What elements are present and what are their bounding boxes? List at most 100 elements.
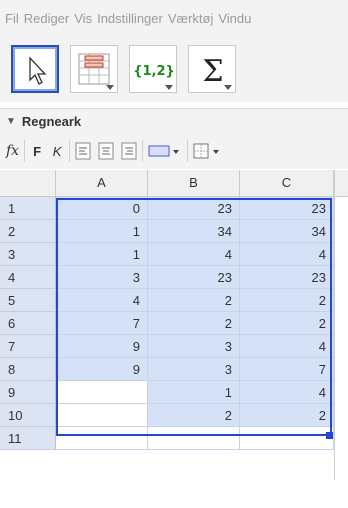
list-tool-label: {1,2} [133,64,175,79]
table-row: 11 [0,427,348,450]
menu-settings[interactable]: Indstillinger [97,11,163,26]
table-row: 8 9 3 7 [0,358,348,381]
align-center-icon [98,142,114,160]
cell-c2[interactable]: 34 [240,220,334,243]
cell-b9[interactable]: 1 [148,381,240,404]
arrow-cursor-icon [29,56,47,85]
collapse-triangle-icon[interactable]: ▼ [6,116,16,127]
move-tool-button[interactable] [11,45,59,93]
table-row: 2 1 34 34 [0,220,348,243]
cell-b7[interactable]: 3 [148,335,240,358]
cell-a8[interactable]: 9 [56,358,148,381]
column-header-a[interactable]: A [56,170,148,196]
spreadsheet-panel-header: ▼ Regneark [0,108,348,133]
fill-handle[interactable] [326,432,333,439]
cell-c4[interactable]: 23 [240,266,334,289]
cell-c10[interactable]: 2 [240,404,334,427]
sum-tool-button[interactable]: Σ [188,45,236,93]
cell-c1[interactable]: 23 [240,197,334,220]
cell-b3[interactable]: 4 [148,243,240,266]
cell-c6[interactable]: 2 [240,312,334,335]
row-header[interactable]: 7 [0,335,56,358]
border-grid-icon [193,143,220,159]
cell-a9[interactable] [56,381,148,404]
cell-c3[interactable]: 4 [240,243,334,266]
cell-b10[interactable]: 2 [148,404,240,427]
table-row: 6 7 2 2 [0,312,348,335]
cell-c5[interactable]: 2 [240,289,334,312]
dropdown-corner-icon [165,85,173,90]
cell-c9[interactable]: 4 [240,381,334,404]
row-header[interactable]: 11 [0,427,56,450]
background-color-button[interactable] [148,140,182,162]
italic-button[interactable]: K [50,140,64,162]
spreadsheet-list-tool-button[interactable] [70,45,118,93]
menu-window[interactable]: Vindu [218,11,251,26]
align-right-button[interactable] [121,140,137,162]
row-header[interactable]: 3 [0,243,56,266]
cell-a11[interactable] [56,427,148,450]
table-row: 10 2 2 [0,404,348,427]
row-header[interactable]: 4 [0,266,56,289]
color-swatch-icon [148,145,180,157]
cell-a10[interactable] [56,404,148,427]
cell-c8[interactable]: 7 [240,358,334,381]
corner-header[interactable] [0,170,56,196]
input-bar-toggle-button[interactable]: fx [6,140,19,162]
align-right-icon [121,142,137,160]
toolbar: {1,2} Σ [0,36,348,102]
sum-tool-label: Σ [202,54,223,89]
style-bar: fx F K [0,133,348,169]
cell-a4[interactable]: 3 [56,266,148,289]
row-header[interactable]: 6 [0,312,56,335]
cell-a5[interactable]: 4 [56,289,148,312]
cell-a1[interactable]: 0 [56,197,148,220]
cell-b1[interactable]: 23 [148,197,240,220]
align-left-button[interactable] [75,140,91,162]
column-header-row: A B C [0,170,348,197]
list-tool-button[interactable]: {1,2} [129,45,177,93]
row-header[interactable]: 9 [0,381,56,404]
cell-b2[interactable]: 34 [148,220,240,243]
column-header-b[interactable]: B [148,170,240,196]
cell-b6[interactable]: 2 [148,312,240,335]
grid-right-edge [334,170,335,480]
table-row: 3 1 4 4 [0,243,348,266]
menu-edit[interactable]: Rediger [24,11,70,26]
bold-button[interactable]: F [30,140,44,162]
row-header[interactable]: 5 [0,289,56,312]
table-row: 4 3 23 23 [0,266,348,289]
table-row: 1 0 23 23 [0,197,348,220]
table-row: 9 1 4 [0,381,348,404]
align-center-button[interactable] [98,140,114,162]
menu-file[interactable]: Fil [5,11,19,26]
panel-title: Regneark [21,113,82,129]
row-header[interactable]: 2 [0,220,56,243]
align-left-icon [75,142,91,160]
divider [187,140,189,162]
cell-a2[interactable]: 1 [56,220,148,243]
menu-bar: Fil Rediger Vis Indstillinger Værktøj Vi… [0,0,348,36]
row-header[interactable]: 10 [0,404,56,427]
cell-b4[interactable]: 23 [148,266,240,289]
cell-a3[interactable]: 1 [56,243,148,266]
cell-a6[interactable]: 7 [56,312,148,335]
table-row: 7 9 3 4 [0,335,348,358]
row-header[interactable]: 8 [0,358,56,381]
cell-a7[interactable]: 9 [56,335,148,358]
row-header[interactable]: 1 [0,197,56,220]
dropdown-corner-icon [224,85,232,90]
cell-b5[interactable]: 2 [148,289,240,312]
column-header-c[interactable]: C [240,170,334,196]
divider [142,140,144,162]
menu-tools[interactable]: Værktøj [168,11,214,26]
cell-c7[interactable]: 4 [240,335,334,358]
table-row: 5 4 2 2 [0,289,348,312]
cell-b8[interactable]: 3 [148,358,240,381]
cell-c11[interactable] [240,427,334,450]
menu-view[interactable]: Vis [74,11,92,26]
divider [24,140,26,162]
cell-b11[interactable] [148,427,240,450]
dropdown-corner-icon [106,85,114,90]
border-style-button[interactable] [193,140,227,162]
